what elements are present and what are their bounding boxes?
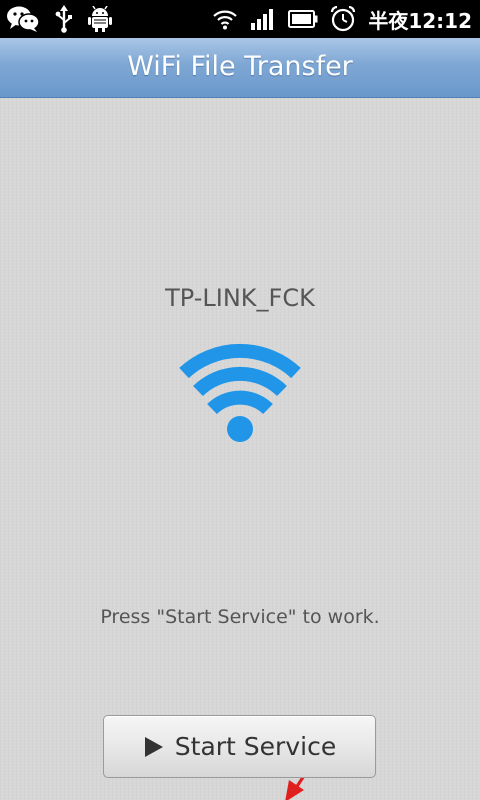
network-name: TP-LINK_FCK <box>165 284 315 312</box>
main-panel: TP-LINK_FCK Press "Start Service" to wor… <box>0 98 480 800</box>
start-service-label: Start Service <box>174 732 337 761</box>
cell-signal-icon <box>251 9 274 30</box>
instruction-text: Press "Start Service" to work. <box>100 606 380 628</box>
wechat-icon <box>7 6 40 32</box>
status-bar: 半夜12:12 <box>0 0 480 38</box>
wifi-icon <box>179 343 301 442</box>
app-title-bar: WiFi File Transfer <box>0 38 480 98</box>
play-icon <box>144 736 163 757</box>
usb-icon <box>55 5 72 33</box>
battery-icon <box>288 10 318 28</box>
wifi-signal-icon <box>213 10 238 30</box>
android-debug-icon <box>88 6 112 32</box>
alarm-clock-icon <box>331 6 356 32</box>
start-service-button[interactable]: Start Service <box>103 715 376 778</box>
status-time: 半夜12:12 <box>368 8 472 33</box>
app-title: WiFi File Transfer <box>127 51 353 82</box>
